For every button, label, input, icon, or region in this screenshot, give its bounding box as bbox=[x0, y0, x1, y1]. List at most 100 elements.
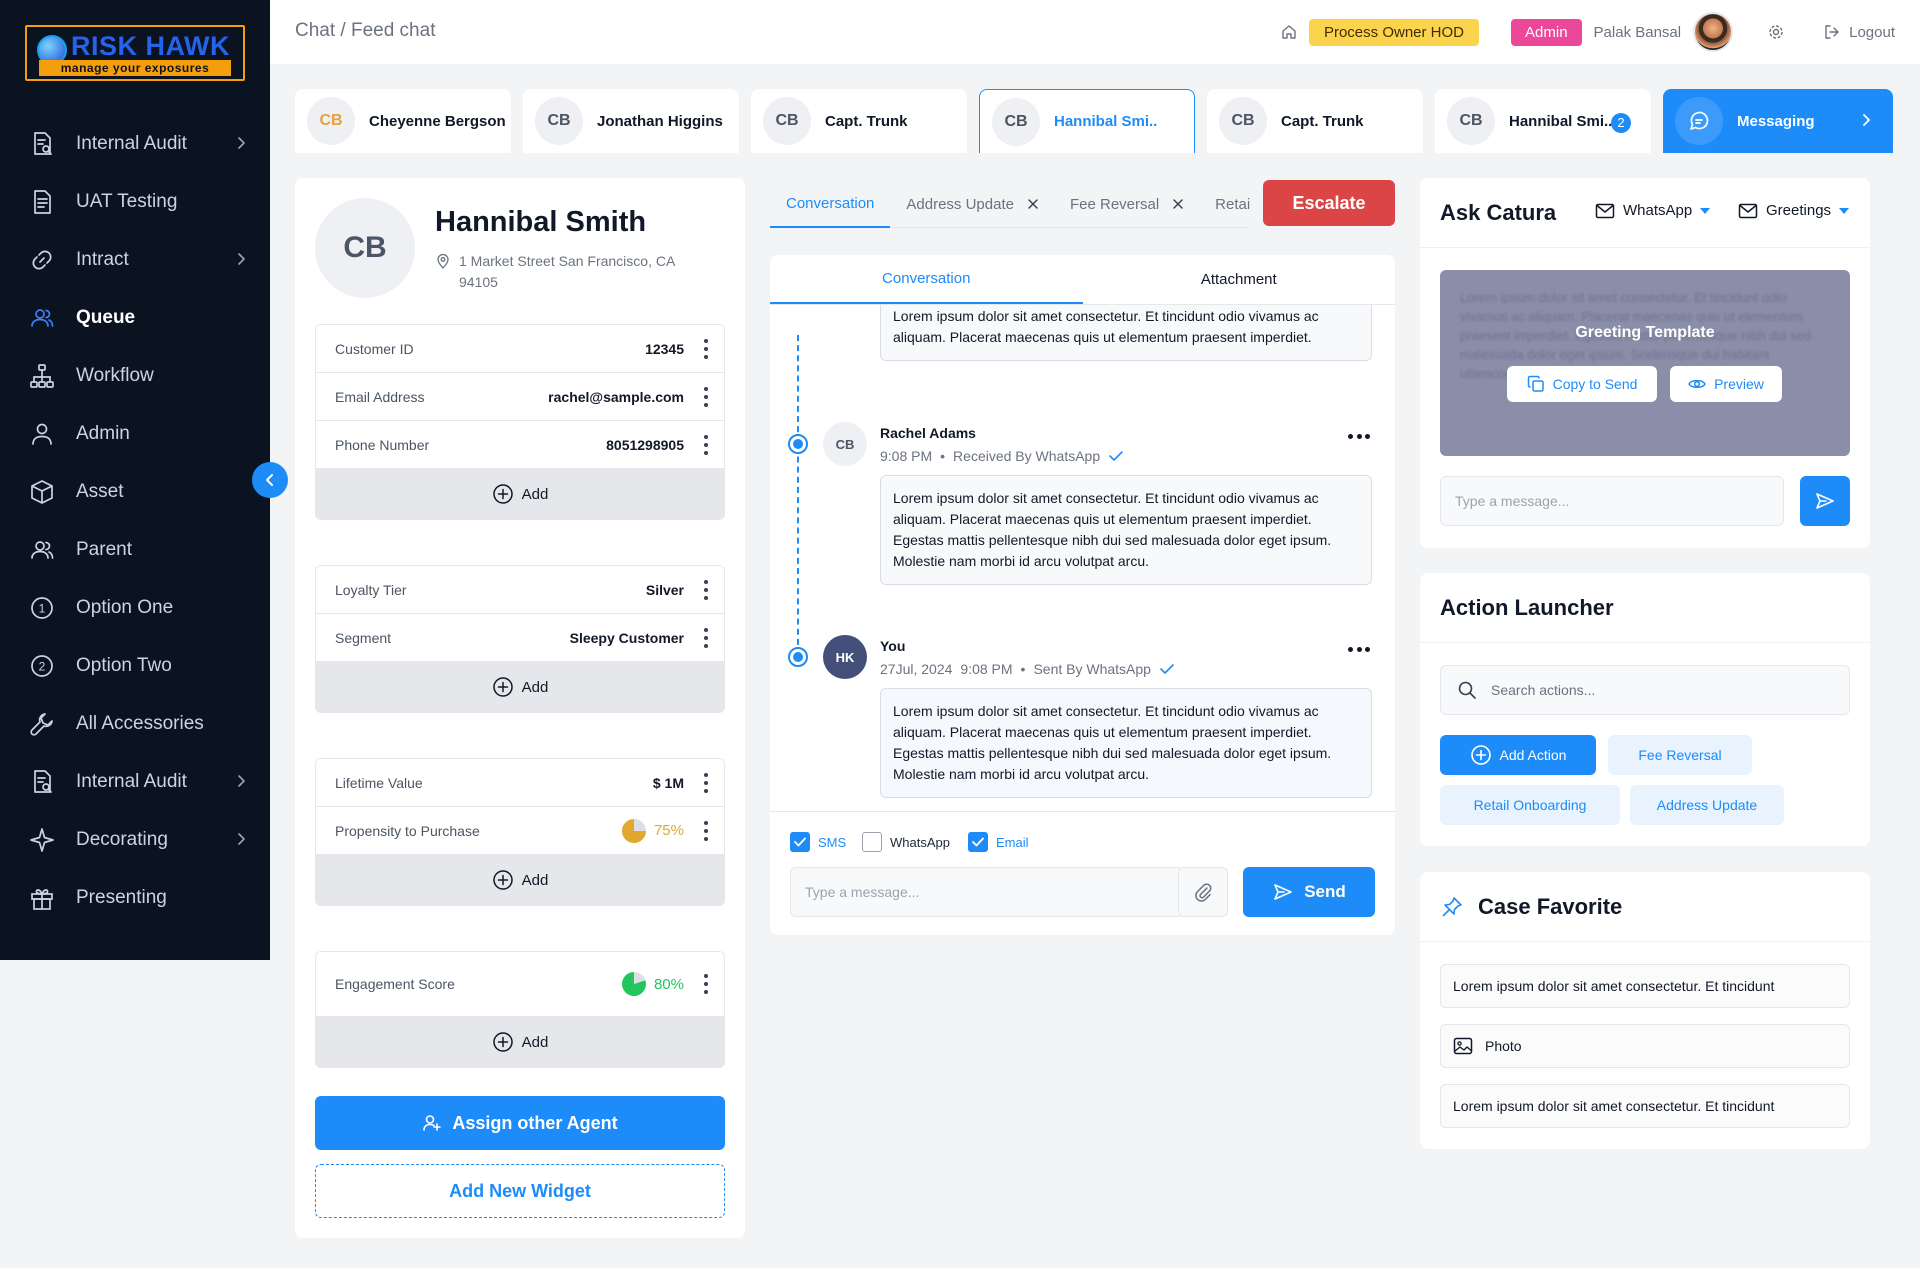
assign-agent-button[interactable]: Assign other Agent bbox=[315, 1096, 725, 1150]
sidebar-item-intract[interactable]: Intract bbox=[0, 231, 270, 289]
channel-checkbox-whatsapp[interactable]: WhatsApp bbox=[862, 832, 950, 852]
send-button[interactable]: Send bbox=[1243, 867, 1375, 917]
send-icon bbox=[1274, 884, 1293, 900]
preview-label: Preview bbox=[1714, 376, 1764, 392]
message-bubble: Lorem ipsum dolor sit amet consectetur. … bbox=[880, 688, 1372, 798]
message-status: Sent By WhatsApp bbox=[1033, 661, 1151, 677]
sidebar-item-label: UAT Testing bbox=[76, 191, 178, 212]
favorite-item[interactable]: Lorem ipsum dolor sit amet consectetur. … bbox=[1440, 964, 1850, 1008]
field-value: Silver bbox=[645, 581, 684, 598]
add-field-button[interactable]: Add bbox=[316, 469, 724, 519]
more-vertical-icon[interactable] bbox=[704, 435, 708, 455]
field-row: Loyalty Tier Silver bbox=[316, 566, 724, 614]
message-more-icon[interactable] bbox=[1348, 647, 1370, 653]
checkbox-label: WhatsApp bbox=[890, 834, 950, 850]
sidebar-item-queue[interactable]: Queue bbox=[0, 289, 270, 347]
conversation-tab[interactable]: Retail Onboarding bbox=[1199, 180, 1250, 228]
gift-icon bbox=[28, 884, 56, 912]
risk-hawk-logo[interactable]: RISK HAWK manage your exposures bbox=[25, 25, 245, 81]
more-vertical-icon[interactable] bbox=[704, 339, 708, 359]
message-feed[interactable]: Lorem ipsum dolor sit amet consectetur. … bbox=[770, 305, 1395, 815]
sidebar-item-label: Option Two bbox=[76, 655, 172, 676]
conversation-tab[interactable]: Address Update bbox=[890, 180, 1054, 228]
sidebar-item-decorating[interactable]: Decorating bbox=[0, 811, 270, 869]
audit-doc-icon bbox=[28, 768, 56, 796]
conversation-tab[interactable]: Fee Reversal bbox=[1054, 180, 1199, 228]
action-launcher-title: Action Launcher bbox=[1440, 594, 1614, 620]
avatar[interactable] bbox=[1693, 12, 1734, 52]
chat-tab-avatar: CB bbox=[992, 97, 1040, 146]
more-vertical-icon[interactable] bbox=[704, 974, 708, 994]
add-field-button[interactable]: Add bbox=[316, 1017, 724, 1067]
chat-tab[interactable]: CB Capt. Trunk bbox=[1207, 89, 1423, 153]
channel-checkbox-sms[interactable]: SMS bbox=[790, 832, 846, 852]
escalate-button[interactable]: Escalate bbox=[1263, 180, 1395, 226]
more-vertical-icon[interactable] bbox=[704, 821, 708, 841]
gear-icon[interactable] bbox=[1767, 23, 1785, 41]
copy-to-send-button[interactable]: Copy to Send bbox=[1507, 366, 1657, 402]
action-search-input[interactable] bbox=[1491, 682, 1831, 698]
chat-tab[interactable]: CB Capt. Trunk bbox=[751, 89, 967, 153]
retail-onboarding-chip[interactable]: Retail Onboarding bbox=[1440, 785, 1620, 825]
messaging-tab[interactable]: Messaging bbox=[1663, 89, 1893, 153]
sidebar-collapse-button[interactable] bbox=[252, 462, 288, 498]
sidebar-item-uat-testing[interactable]: UAT Testing bbox=[0, 173, 270, 231]
sidebar-item-option-two[interactable]: 2 Option Two bbox=[0, 637, 270, 695]
field-label: Segment bbox=[335, 629, 392, 646]
favorite-item-photo[interactable]: Photo bbox=[1440, 1024, 1850, 1068]
favorite-item[interactable]: Lorem ipsum dolor sit amet consectetur. … bbox=[1440, 1084, 1850, 1128]
close-icon[interactable] bbox=[1028, 199, 1038, 209]
add-action-button[interactable]: Add Action bbox=[1440, 735, 1596, 775]
more-vertical-icon[interactable] bbox=[704, 628, 708, 648]
chat-tab[interactable]: CB Cheyenne Bergson bbox=[295, 89, 511, 153]
channel-dropdown[interactable]: WhatsApp bbox=[1595, 202, 1711, 219]
message-input[interactable] bbox=[790, 867, 1184, 917]
tab-attachment[interactable]: Attachment bbox=[1083, 255, 1396, 304]
address-update-chip[interactable]: Address Update bbox=[1630, 785, 1784, 825]
channel-checkbox-email[interactable]: Email bbox=[968, 832, 1029, 852]
message-more-icon[interactable] bbox=[1348, 434, 1370, 440]
more-vertical-icon[interactable] bbox=[704, 773, 708, 793]
conversation-tabs: Conversation Address Update Fee Reversal Re… bbox=[770, 180, 1250, 228]
chat-tab[interactable]: CB Jonathan Higgins bbox=[523, 89, 739, 153]
more-vertical-icon[interactable] bbox=[704, 387, 708, 407]
message-time: 9:08 PM bbox=[960, 661, 1013, 677]
chat-tab[interactable]: CB Hannibal Smi.. bbox=[979, 89, 1195, 153]
add-widget-button[interactable]: Add New Widget bbox=[315, 1164, 725, 1218]
preview-button[interactable]: Preview bbox=[1670, 366, 1782, 402]
sidebar-item-option-one[interactable]: 1 Option One bbox=[0, 579, 270, 637]
sidebar-item-admin[interactable]: Admin bbox=[0, 405, 270, 463]
close-icon[interactable] bbox=[1173, 199, 1183, 209]
field-value: 80% bbox=[653, 975, 684, 993]
sidebar-item-internal-audit[interactable]: Internal Audit bbox=[0, 115, 270, 173]
field-value: 75% bbox=[653, 822, 684, 839]
chat-tab[interactable]: CB Hannibal Smi.. 2 bbox=[1435, 89, 1651, 153]
tab-conversation[interactable]: Conversation bbox=[770, 255, 1083, 304]
sidebar-item-label: Internal Audit bbox=[76, 771, 187, 792]
more-vertical-icon[interactable] bbox=[704, 580, 708, 600]
attach-button[interactable] bbox=[1178, 867, 1228, 917]
conversation-tab[interactable]: Conversation bbox=[770, 180, 891, 228]
sidebar-item-presenting[interactable]: Presenting bbox=[0, 869, 270, 927]
fee-reversal-chip[interactable]: Fee Reversal bbox=[1608, 735, 1752, 775]
template-dropdown[interactable]: Greetings bbox=[1738, 202, 1850, 219]
sidebar-item-parent[interactable]: Parent bbox=[0, 521, 270, 579]
check-icon bbox=[1160, 664, 1174, 674]
sidebar-item-internal-audit[interactable]: Internal Audit bbox=[0, 753, 270, 811]
add-field-button[interactable]: Add bbox=[316, 855, 724, 905]
field-row: Customer ID 12345 bbox=[316, 325, 724, 373]
ask-catura-send-button[interactable] bbox=[1800, 476, 1850, 526]
home-icon[interactable] bbox=[1281, 24, 1297, 40]
add-field-button[interactable]: Add bbox=[316, 662, 724, 712]
admin-badge[interactable]: Admin bbox=[1511, 18, 1582, 46]
ask-catura-input[interactable] bbox=[1440, 476, 1784, 526]
action-search bbox=[1440, 665, 1850, 715]
sidebar-item-label: Decorating bbox=[76, 829, 168, 850]
role-badge[interactable]: Process Owner HOD bbox=[1308, 18, 1480, 46]
chat-tab-name: Capt. Trunk bbox=[825, 112, 908, 130]
copy-to-send-label: Copy to Send bbox=[1552, 376, 1638, 392]
sidebar-item-all-accessories[interactable]: All Accessories bbox=[0, 695, 270, 753]
sidebar-item-workflow[interactable]: Workflow bbox=[0, 347, 270, 405]
logout-button[interactable]: Logout bbox=[1823, 23, 1895, 41]
sidebar-item-asset[interactable]: Asset bbox=[0, 463, 270, 521]
